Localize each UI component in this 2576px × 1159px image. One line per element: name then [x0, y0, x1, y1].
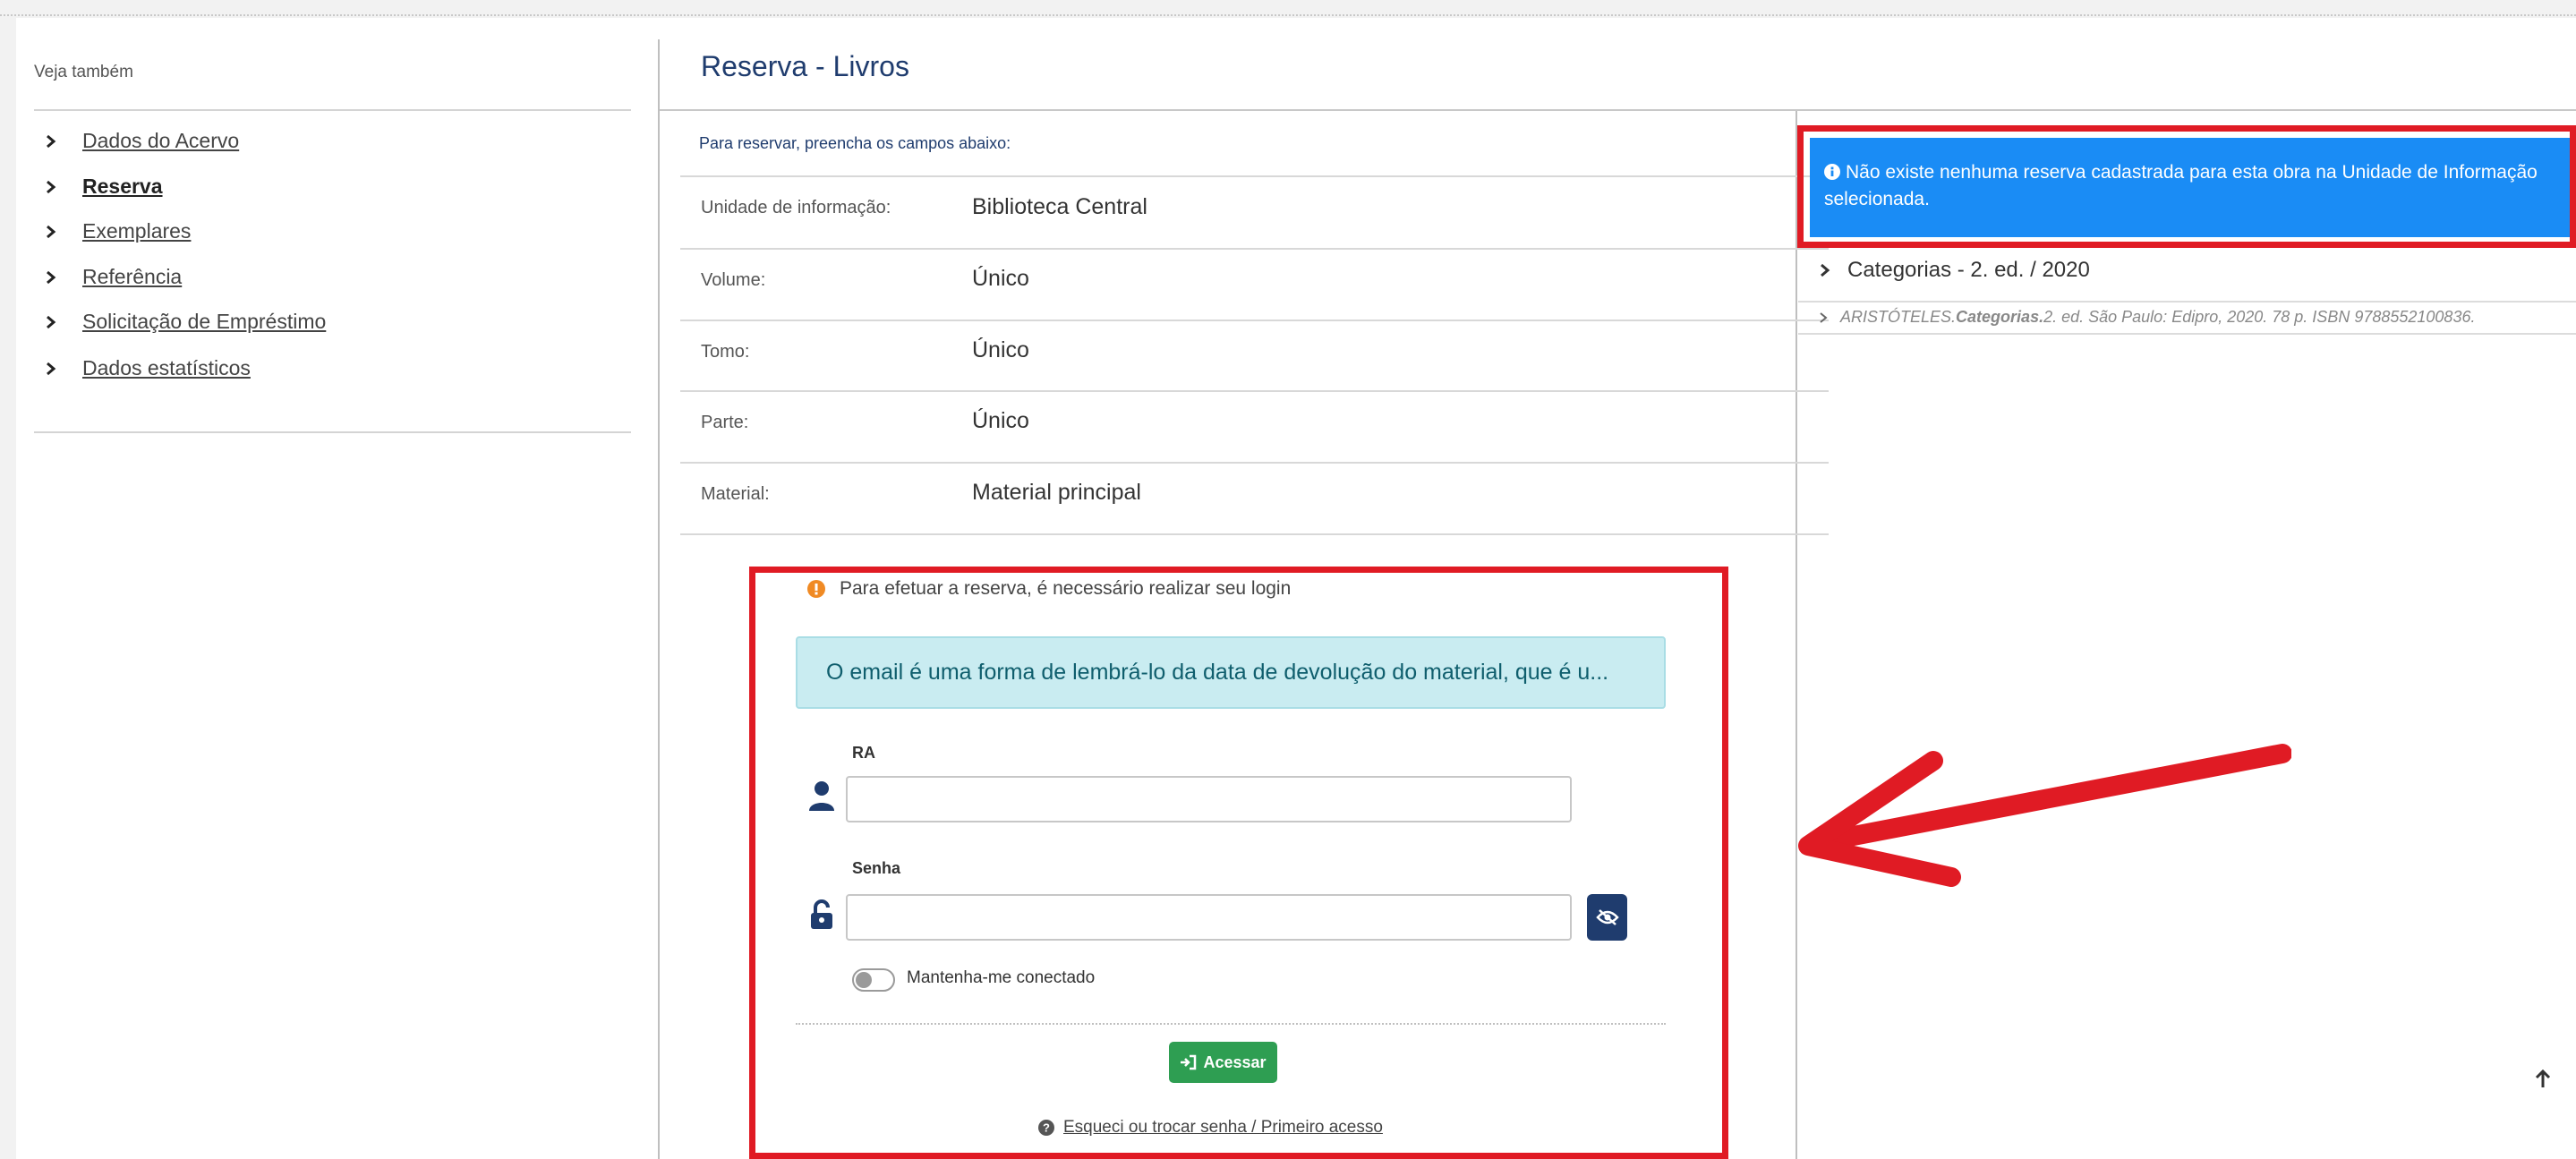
chevron-right-icon [1821, 263, 1830, 277]
sidebar-item-label[interactable]: Exemplares [82, 219, 191, 243]
form-divider [796, 1023, 1666, 1025]
ra-label: RA [852, 744, 875, 762]
row-divider [680, 175, 1829, 177]
eye-slash-icon [1595, 909, 1619, 925]
sidebar-item-label[interactable]: Solicitação de Empréstimo [82, 310, 326, 334]
ra-input[interactable] [846, 776, 1572, 822]
chevron-right-icon [1820, 311, 1828, 323]
acessar-label: Acessar [1203, 1052, 1267, 1071]
sidebar-item-referencia[interactable]: Referência [43, 265, 182, 289]
top-dotted-divider [0, 14, 2576, 16]
sign-in-icon [1181, 1054, 1197, 1070]
chevron-right-icon [47, 270, 56, 284]
field-value-parte: Único [972, 408, 1029, 433]
reference-author: ARISTÓTELES. [1840, 308, 1957, 326]
sidebar-item-label[interactable]: Referência [82, 265, 182, 289]
user-icon [809, 781, 834, 811]
page-title: Reserva - Livros [701, 50, 909, 82]
sidebar-item-dados-do-acervo[interactable]: Dados do Acervo [43, 129, 239, 153]
forgot-password-label[interactable]: Esqueci ou trocar senha / Primeiro acess… [1063, 1118, 1383, 1138]
chevron-right-icon [47, 180, 56, 193]
category-divider [1798, 301, 2576, 303]
email-info-text: O email é uma forma de lembrá-lo da data… [826, 660, 1609, 685]
sidebar-divider-bottom [34, 431, 631, 433]
field-label-tomo: Tomo: [701, 342, 750, 362]
title-divider [660, 109, 2576, 111]
reference-divider [1798, 333, 2576, 335]
row-divider [680, 320, 1829, 321]
login-warning: Para efetuar a reserva, é necessário rea… [807, 578, 1291, 600]
sidebar-item-label[interactable]: Dados do Acervo [82, 129, 239, 153]
row-divider [680, 390, 1829, 392]
senha-label: Senha [852, 859, 901, 877]
category-label: Categorias - 2. ed. / 2020 [1847, 258, 2090, 282]
warning-icon [807, 580, 825, 598]
toggle-password-button[interactable] [1587, 894, 1627, 941]
login-warning-text: Para efetuar a reserva, é necessário rea… [840, 578, 1292, 599]
field-value-material: Material principal [972, 480, 1141, 505]
unlock-icon [811, 899, 832, 929]
remember-me-toggle[interactable] [852, 968, 895, 992]
reference-item: ARISTÓTELES. Categorias. 2. ed. São Paul… [1819, 308, 2475, 327]
chevron-right-icon [47, 134, 56, 148]
main-left-border [658, 39, 660, 1159]
chevron-right-icon [47, 362, 56, 375]
back-to-top-button[interactable] [2522, 1059, 2563, 1099]
question-icon: ? [1038, 1120, 1054, 1136]
sidebar-item-reserva[interactable]: Reserva [43, 175, 163, 199]
arrow-up-icon [2535, 1069, 2550, 1087]
field-value-unidade: Biblioteca Central [972, 194, 1147, 219]
field-label-volume: Volume: [701, 270, 766, 290]
field-label-material: Material: [701, 484, 770, 504]
sidebar-item-exemplares[interactable]: Exemplares [43, 219, 191, 243]
row-divider [680, 248, 1829, 250]
field-label-parte: Parte: [701, 413, 749, 432]
senha-input[interactable] [846, 894, 1572, 941]
chevron-right-icon [47, 225, 56, 238]
acessar-button[interactable]: Acessar [1169, 1042, 1277, 1083]
row-divider [680, 533, 1829, 535]
sidebar-item-label[interactable]: Reserva [82, 175, 163, 199]
sidebar-item-label[interactable]: Dados estatísticos [82, 356, 251, 380]
form-intro: Para reservar, preencha os campos abaixo… [699, 134, 1011, 152]
field-label-unidade: Unidade de informação: [701, 198, 891, 217]
sidebar-item-solicitacao-emprestimo[interactable]: Solicitação de Empréstimo [43, 310, 326, 334]
reference-details: 2. ed. São Paulo: Edipro, 2020. 78 p. IS… [2043, 308, 2476, 326]
chevron-right-icon [47, 315, 56, 328]
annotation-arrow [1798, 744, 2291, 887]
svg-text:?: ? [1043, 1121, 1050, 1135]
reference-title: Categorias. [1956, 308, 2044, 326]
field-value-tomo: Único [972, 337, 1029, 362]
email-info-banner: O email é uma forma de lembrá-lo da data… [796, 636, 1666, 709]
sidebar-divider-top [34, 109, 631, 111]
field-value-volume: Único [972, 266, 1029, 291]
right-panel-border [1796, 111, 1797, 1159]
sidebar-title: Veja também [34, 63, 133, 81]
category-item[interactable]: Categorias - 2. ed. / 2020 [1819, 258, 2090, 283]
remember-me-label: Mantenha-me conectado [907, 968, 1096, 987]
toggle-knob [856, 972, 872, 988]
sidebar-item-dados-estatisticos[interactable]: Dados estatísticos [43, 356, 251, 380]
forgot-password-link[interactable]: ? Esqueci ou trocar senha / Primeiro ace… [1038, 1118, 1383, 1138]
row-divider [680, 462, 1829, 464]
annotation-highlight-alert [1797, 125, 2576, 248]
